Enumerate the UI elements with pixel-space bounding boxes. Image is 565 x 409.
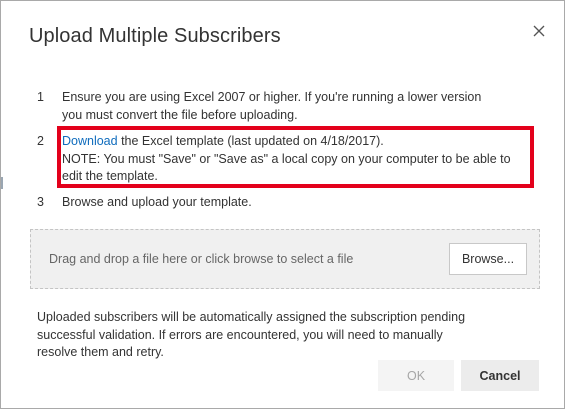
step-number: 2 [37, 134, 44, 148]
close-icon [533, 25, 545, 37]
step-number: 3 [37, 195, 44, 209]
step-number: 1 [37, 90, 44, 104]
note-line: successful validation. If errors are enc… [37, 327, 443, 342]
step-line: Browse and upload your template. [62, 195, 252, 209]
step-text: Ensure you are using Excel 2007 or highe… [62, 89, 532, 124]
upload-note: Uploaded subscribers will be automatical… [37, 309, 537, 362]
ok-button[interactable]: OK [378, 360, 454, 391]
dropzone-text: Drag and drop a file here or click brows… [49, 252, 354, 266]
step-text: Browse and upload your template. [62, 194, 532, 212]
step-line: Ensure you are using Excel 2007 or highe… [62, 90, 482, 104]
close-button[interactable] [527, 19, 551, 43]
note-line: resolve them and retry. [37, 345, 164, 359]
file-dropzone[interactable]: Drag and drop a file here or click brows… [30, 229, 540, 289]
step-line: you must convert the file before uploadi… [62, 107, 298, 122]
note-line: Uploaded subscribers will be automatical… [37, 310, 466, 324]
upload-dialog: Upload Multiple Subscribers 1 Ensure you… [0, 0, 565, 409]
background-edge-marker [1, 177, 3, 189]
browse-button[interactable]: Browse... [449, 243, 527, 275]
highlight-annotation-box [57, 126, 534, 188]
cancel-button[interactable]: Cancel [461, 360, 539, 391]
dialog-title: Upload Multiple Subscribers [29, 25, 281, 47]
